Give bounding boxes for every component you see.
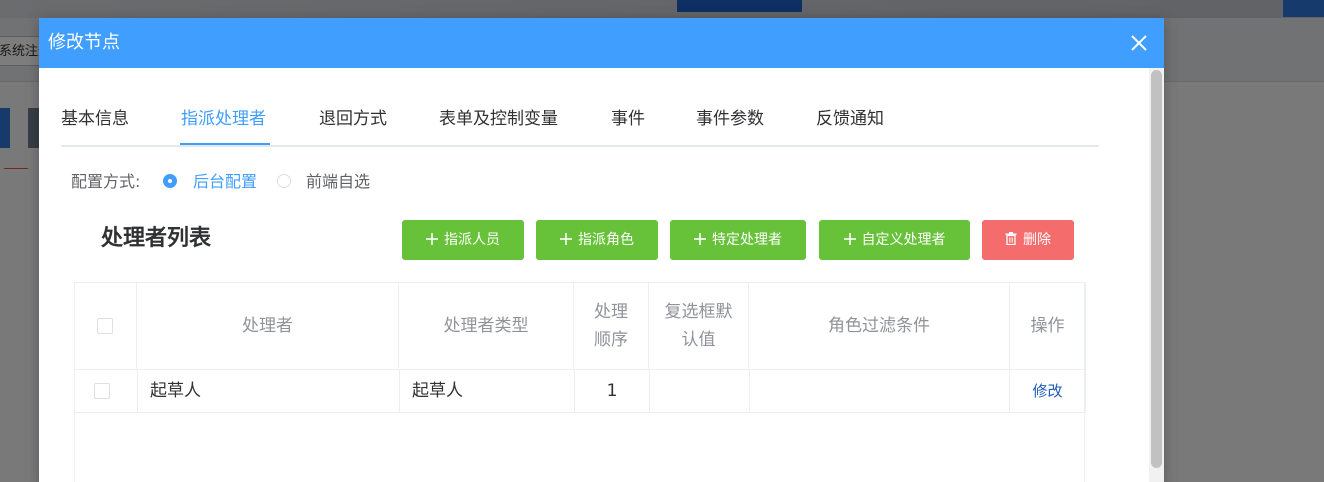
- header-role-filter[interactable]: 角色过滤条件: [749, 283, 1010, 370]
- dialog-header: 修改节点: [39, 18, 1164, 68]
- handler-list-title: 处理者列表: [101, 226, 212, 251]
- trash-icon: [1005, 232, 1017, 245]
- radio-frontend-select[interactable]: [277, 174, 291, 188]
- row-checkbox[interactable]: [94, 383, 110, 399]
- plus-icon: [426, 232, 438, 245]
- specific-handler-button[interactable]: 特定处理者: [670, 220, 806, 260]
- radio-frontend-select-label[interactable]: 前端自选: [306, 169, 370, 195]
- plus-icon: [694, 232, 706, 245]
- assign-role-label: 指派角色: [578, 232, 634, 248]
- edit-link[interactable]: 修改: [1032, 382, 1062, 400]
- plus-icon: [560, 232, 572, 245]
- tab-bar: 基本信息 指派处理者 退回方式 表单及控制变量 事件 事件参数 反馈通知: [61, 95, 1099, 147]
- tab-feedback-notice[interactable]: 反馈通知: [816, 95, 884, 143]
- tab-event-params[interactable]: 事件参数: [696, 95, 764, 143]
- scrollbar-thumb[interactable]: [1151, 70, 1162, 468]
- tab-return-method[interactable]: 退回方式: [319, 95, 387, 143]
- dialog-scrollbar[interactable]: [1149, 68, 1164, 482]
- dialog-title: 修改节点: [48, 32, 120, 53]
- table-cell-checkbox-default: [650, 370, 750, 413]
- tab-basic-info[interactable]: 基本信息: [61, 95, 129, 143]
- assign-person-label: 指派人员: [444, 232, 500, 248]
- close-icon: [1131, 35, 1147, 51]
- header-handler[interactable]: 处理者: [137, 283, 399, 370]
- radio-backend-config-label[interactable]: 后台配置: [193, 169, 257, 195]
- table-cell-handler: 起草人: [138, 370, 400, 413]
- table-cell-order: 1: [575, 370, 650, 413]
- table-cell-role-filter: [750, 370, 1010, 413]
- active-tab-indicator: [180, 143, 270, 145]
- handler-table: 处理者 处理者类型 处理顺序 复选框默认值 角色过滤条件 操作 起草人 起草人 …: [74, 282, 1086, 482]
- assign-person-button[interactable]: 指派人员: [402, 220, 524, 260]
- delete-label: 删除: [1023, 232, 1051, 248]
- header-select-all-cell: [75, 283, 137, 370]
- table-cell-operation: 修改: [1010, 370, 1086, 413]
- table-cell-handler-type: 起草人: [400, 370, 575, 413]
- close-button[interactable]: [1126, 30, 1152, 56]
- config-method-label: 配置方式:: [71, 172, 141, 191]
- specific-handler-label: 特定处理者: [712, 232, 782, 248]
- plus-icon: [843, 232, 856, 245]
- custom-handler-button[interactable]: 自定义处理者: [819, 220, 970, 260]
- header-operation[interactable]: 操作: [1010, 283, 1086, 370]
- edit-node-dialog: 修改节点 基本信息 指派处理者 退回方式 表单及控制变量 事件 事件参数 反馈通…: [39, 18, 1164, 482]
- radio-backend-config[interactable]: [163, 174, 177, 188]
- header-checkbox-default[interactable]: 复选框默认值: [649, 283, 749, 370]
- header-handler-type[interactable]: 处理者类型: [399, 283, 574, 370]
- tab-events[interactable]: 事件: [611, 95, 645, 143]
- delete-button[interactable]: 删除: [982, 220, 1074, 260]
- custom-handler-label: 自定义处理者: [861, 232, 946, 248]
- assign-role-button[interactable]: 指派角色: [536, 220, 658, 260]
- table-row-select-cell: [75, 370, 138, 413]
- tab-assign-handler[interactable]: 指派处理者: [181, 95, 266, 143]
- header-order[interactable]: 处理顺序: [574, 283, 649, 370]
- tab-form-variables[interactable]: 表单及控制变量: [439, 95, 558, 143]
- select-all-checkbox[interactable]: [97, 318, 113, 334]
